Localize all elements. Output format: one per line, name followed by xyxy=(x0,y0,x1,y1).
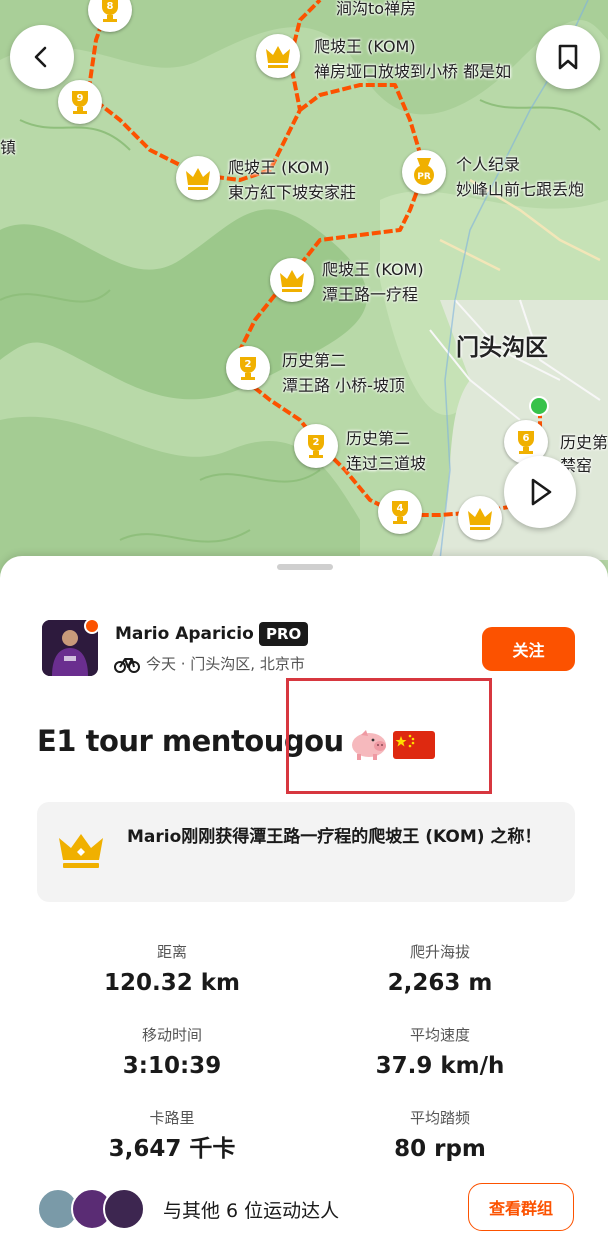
pro-badge: PRO xyxy=(259,622,309,646)
segment-title-5: 爬坡王 (KOM) xyxy=(322,260,424,279)
activity-meta: 今天 · 门头沟区, 北京市 xyxy=(146,655,305,673)
svg-text:8: 8 xyxy=(107,1,114,12)
svg-text:PR: PR xyxy=(417,172,431,182)
segment-title-7: 历史第二 xyxy=(346,429,411,448)
stat-calories: 卡路里 3,647 千卡 xyxy=(42,1108,302,1164)
trophy-icon: 9 xyxy=(72,91,88,114)
stat-value: 3,647 千卡 xyxy=(108,1136,236,1162)
sheet-drag-handle[interactable] xyxy=(277,564,333,570)
segment-subtitle-3: 妙峰山前七跟丢炮 xyxy=(456,180,585,199)
segment-title-3: 个人纪录 xyxy=(456,155,521,174)
follow-button[interactable]: 关注 xyxy=(482,627,575,671)
group-text: 与其他 6 位运动达人 xyxy=(163,1200,340,1222)
back-button[interactable] xyxy=(10,25,74,89)
stat-value: 3:10:39 xyxy=(122,1053,222,1079)
stat-label: 距离 xyxy=(156,943,187,961)
trophy-icon: 4 xyxy=(392,501,408,524)
trophy-marker-2a[interactable]: 2 xyxy=(226,346,270,390)
medal-icon: PR xyxy=(414,158,434,185)
crown-marker-kom-3[interactable] xyxy=(270,258,314,302)
activity-sheet: Mario Aparicio PRO 今天 · 门头沟区, 北京市 关注 E1 … xyxy=(0,556,608,1248)
stat-label: 卡路里 xyxy=(149,1109,195,1127)
stat-avg-speed: 平均速度 37.9 km/h xyxy=(310,1025,570,1081)
chevron-left-icon xyxy=(34,46,47,68)
stat-distance: 距离 120.32 km xyxy=(42,942,302,998)
trophy-icon: 2 xyxy=(240,357,256,380)
achievement-banner[interactable]: Mario刚刚获得潭王路一疗程的爬坡王 (KOM) 之称！ xyxy=(37,802,575,902)
pr-marker[interactable]: PR xyxy=(402,150,446,194)
play-flyover-button[interactable] xyxy=(504,456,576,528)
bookmark-icon xyxy=(558,44,578,70)
stat-label: 移动时间 xyxy=(141,1026,202,1044)
segment-title-4: 爬坡王 (KOM) xyxy=(228,158,330,177)
segment-title-6: 历史第二 xyxy=(282,351,347,370)
stat-avg-cadence: 平均踏频 80 rpm xyxy=(310,1108,570,1164)
crown-icon xyxy=(266,46,290,68)
bike-icon xyxy=(114,658,140,673)
trophy-icon: 2 xyxy=(308,435,324,458)
svg-text:4: 4 xyxy=(397,503,404,514)
start-point xyxy=(529,396,549,416)
stat-moving-time: 移动时间 3:10:39 xyxy=(42,1025,302,1081)
crown-icon xyxy=(59,834,103,868)
segment-subtitle-5: 潭王路一疗程 xyxy=(322,285,419,304)
stat-value: 37.9 km/h xyxy=(375,1053,505,1079)
svg-text:6: 6 xyxy=(523,433,530,444)
trophy-marker-9[interactable]: 9 xyxy=(58,80,102,124)
svg-text:2: 2 xyxy=(313,437,320,448)
stat-value: 2,263 m xyxy=(387,970,493,996)
crown-marker-kom-2[interactable] xyxy=(176,156,220,200)
svg-text:2: 2 xyxy=(245,359,252,370)
segment-label-1: 涧沟to禅房 xyxy=(336,0,417,18)
trophy-marker-2b[interactable]: 2 xyxy=(294,424,338,468)
trophy-icon: 8 xyxy=(102,0,118,22)
segment-subtitle-7: 连过三道坡 xyxy=(346,454,427,473)
avatar xyxy=(103,1188,145,1230)
svg-text:9: 9 xyxy=(77,93,84,104)
segment-title-2: 爬坡王 (KOM) xyxy=(314,37,416,56)
crown-marker-kom-4[interactable] xyxy=(458,496,502,540)
segment-title-8: 历史第 xyxy=(560,433,608,452)
stat-value: 120.32 km xyxy=(103,970,241,996)
district-label: 门头沟区 xyxy=(456,335,548,361)
segment-subtitle-4: 東方紅下坡安家莊 xyxy=(228,183,357,202)
route-map[interactable]: 8 9 PR 2 2 4 6 涧沟to禅房 爬坡王 (KOM) 禅房垭口放坡到小… xyxy=(0,0,608,600)
stat-value: 80 rpm xyxy=(394,1136,486,1162)
crown-icon xyxy=(468,508,492,530)
segment-subtitle-6: 潭王路 小桥-坡顶 xyxy=(282,376,405,395)
trophy-marker-4[interactable]: 4 xyxy=(378,490,422,534)
crown-icon xyxy=(186,168,210,190)
bookmark-button[interactable] xyxy=(536,25,600,89)
verified-badge-icon xyxy=(84,618,100,634)
crown-icon xyxy=(280,270,304,292)
athlete-name[interactable]: Mario Aparicio xyxy=(115,624,254,644)
view-group-button[interactable]: 查看群组 xyxy=(468,1183,574,1231)
stat-label: 平均速度 xyxy=(409,1026,470,1044)
highlight-annotation-box xyxy=(286,678,492,794)
segment-subtitle-2: 禅房垭口放坡到小桥 都是如 xyxy=(314,62,512,81)
crown-marker-kom-1[interactable] xyxy=(256,34,300,78)
trophy-icon: 6 xyxy=(518,431,534,454)
stat-elevation-gain: 爬升海拔 2,263 m xyxy=(310,942,570,998)
play-icon xyxy=(531,478,552,506)
group-avatars[interactable] xyxy=(37,1188,145,1230)
achievement-text: Mario刚刚获得潭王路一疗程的爬坡王 (KOM) 之称！ xyxy=(127,827,542,847)
stat-label: 平均踏频 xyxy=(409,1109,470,1127)
town-label: 镇 xyxy=(0,138,17,157)
stat-label: 爬升海拔 xyxy=(409,943,470,961)
